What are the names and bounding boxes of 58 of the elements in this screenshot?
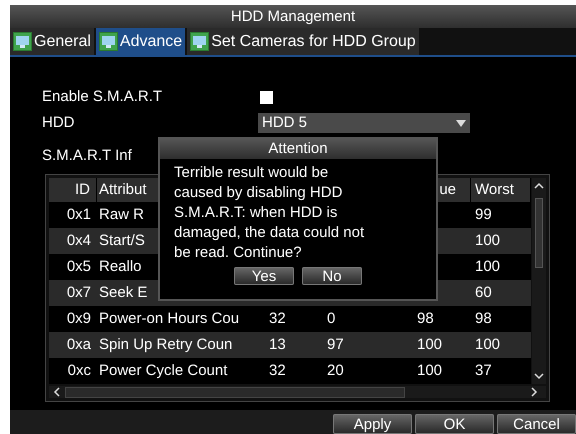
- table-cell-text: Spin Up Retry Coun: [99, 334, 232, 355]
- button[interactable]: Cancel: [497, 414, 576, 434]
- tab[interactable]: Set Cameras for HDD Group: [187, 28, 419, 55]
- table-cell-text: 98: [475, 308, 492, 329]
- column-header: Worst: [475, 180, 514, 200]
- field-label: HDD: [42, 112, 76, 133]
- button[interactable]: OK: [415, 414, 494, 434]
- table-cell-text: 0: [327, 308, 336, 329]
- monitor-icon: [190, 32, 210, 51]
- dialog-title: Attention: [160, 139, 436, 159]
- button[interactable]: No: [302, 267, 362, 285]
- horizontal-scrollbar[interactable]: [49, 386, 546, 398]
- table-cell-text: 20: [327, 360, 344, 381]
- scrollbar-thumb[interactable]: [65, 386, 405, 398]
- table-cell-text: 60: [475, 282, 492, 303]
- table-cell-text: Raw R: [99, 204, 144, 225]
- table-cell-text: 0xa: [66, 334, 91, 355]
- table-cell-text: 97: [327, 334, 344, 355]
- scrollbar-thumb[interactable]: [535, 198, 543, 268]
- caret-icon: [456, 120, 466, 126]
- window-title: HDD Management: [10, 5, 576, 28]
- column-header: ID: [75, 180, 90, 200]
- column-header: Attribut: [99, 180, 147, 200]
- table-cell-text: 32: [269, 360, 286, 381]
- tab[interactable]: Advance: [96, 28, 186, 55]
- field-label: Enable S.M.A.R.T: [42, 86, 164, 107]
- button[interactable]: Yes: [234, 267, 294, 285]
- table-cell-text: 0x9: [66, 308, 91, 329]
- table-cell-text: 100: [417, 334, 442, 355]
- dialog-message: Terrible result would be caused by disabling HDD S.M.A.R.T: when HDD is damaged, the data could not be read. Continue?: [173, 163, 366, 263]
- monitor-icon: [98, 32, 118, 51]
- table-cell-text: Seek E: [99, 282, 148, 303]
- section-label: S.M.A.R.T Inf: [42, 147, 132, 165]
- table-cell-text: Power-on Hours Cou: [99, 308, 240, 329]
- table-cell-text: 13: [269, 334, 286, 355]
- table-cell-text: 0x7: [66, 282, 91, 303]
- tab[interactable]: General: [10, 28, 94, 55]
- button[interactable]: Apply: [333, 414, 412, 434]
- table-cell-text: 98: [417, 308, 434, 329]
- table-cell-text: 0xc: [68, 360, 91, 381]
- checkbox[interactable]: [260, 90, 273, 104]
- table-cell-text: 0x1: [66, 204, 91, 225]
- table-cell-text: Reallo: [99, 256, 142, 277]
- table-cell-text: 100: [475, 230, 500, 251]
- vertical-scrollbar[interactable]: [532, 178, 546, 384]
- table-cell-text: 32: [269, 308, 286, 329]
- dropdown[interactable]: HDD 5: [258, 113, 470, 133]
- table-cell-text: 100: [475, 256, 500, 277]
- table-cell-text: 100: [475, 334, 500, 355]
- table-cell-text: 0x4: [66, 230, 91, 251]
- table-cell-text: 37: [475, 360, 492, 381]
- table-cell-text: 100: [417, 360, 442, 381]
- table-cell-text: Start/S: [99, 230, 145, 251]
- monitor-icon: [13, 32, 32, 51]
- table-cell-text: 99: [475, 204, 492, 225]
- table-cell-text: Power Cycle Count: [99, 360, 228, 381]
- column-header: ue: [439, 180, 456, 200]
- table-cell-text: 0x5: [66, 256, 91, 277]
